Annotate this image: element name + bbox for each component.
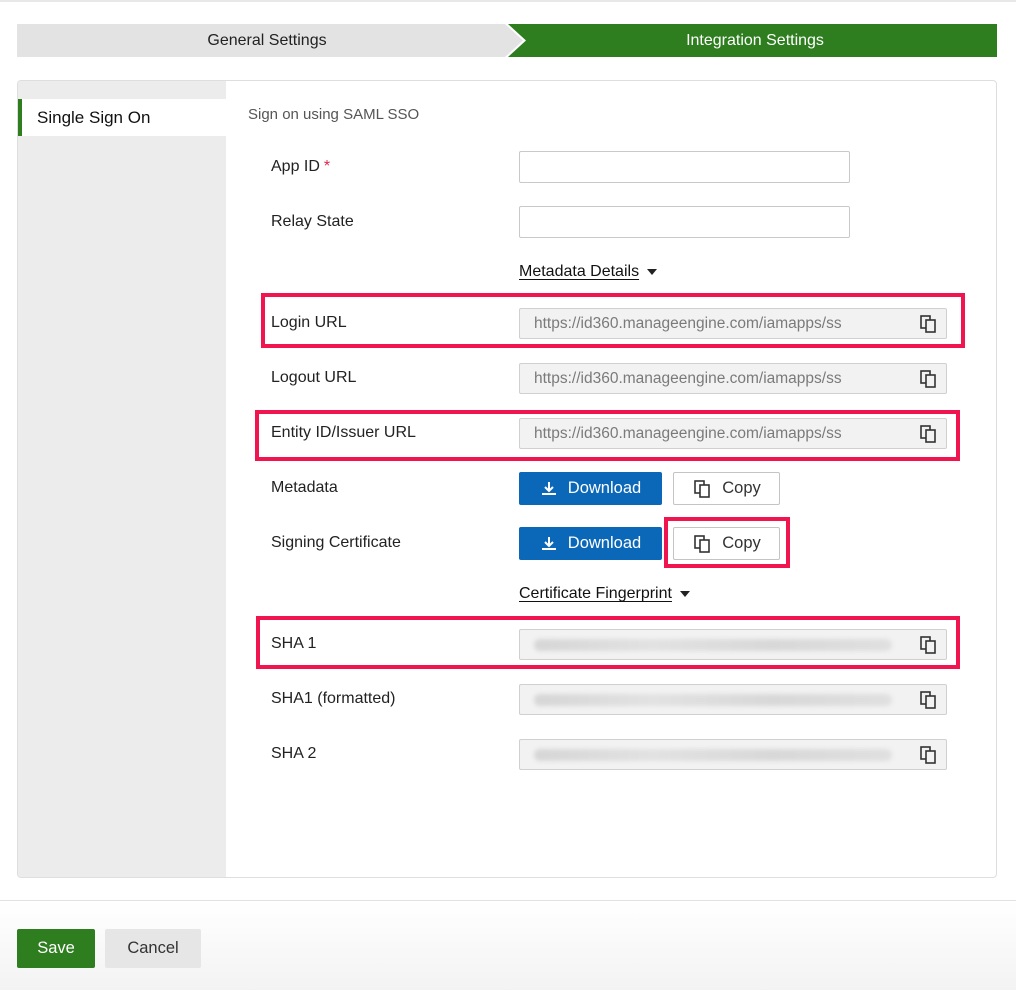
signing-certificate-row: Signing Certificate Download Copy: [226, 523, 996, 563]
logout-url-field[interactable]: https://id360.manageengine.com/iamapps/s…: [519, 363, 947, 394]
sidebar-item-label: Single Sign On: [37, 107, 151, 127]
redacted-value: [534, 748, 892, 761]
signing-certificate-label: Signing Certificate: [271, 534, 401, 551]
relay-state-row: Relay State: [226, 202, 996, 242]
sha2-row: SHA 2: [226, 734, 996, 774]
relay-state-input[interactable]: [519, 206, 850, 238]
step-label: General Settings: [207, 31, 327, 49]
app-id-row: App ID *: [226, 147, 996, 187]
certificate-fingerprint-row: Certificate Fingerprint: [226, 574, 996, 614]
section-title: Sign on using SAML SSO: [248, 106, 420, 123]
copy-icon[interactable]: [918, 745, 938, 765]
copy-icon[interactable]: [918, 690, 938, 710]
logout-url-row: Logout URL https://id360.manageengine.co…: [226, 358, 996, 398]
step-label: Integration Settings: [686, 31, 824, 49]
app-id-label: App ID *: [271, 158, 331, 175]
highlight-sha1: [256, 616, 960, 669]
sha2-label: SHA 2: [271, 745, 317, 762]
highlight-entity-id: [255, 410, 960, 461]
metadata-label: Metadata: [271, 479, 338, 496]
step-integration-settings[interactable]: Integration Settings: [507, 24, 997, 57]
logout-url-label: Logout URL: [271, 369, 357, 386]
relay-state-label: Relay State: [271, 213, 354, 230]
copy-icon[interactable]: [918, 369, 938, 389]
highlight-login-url: [261, 293, 965, 348]
app-id-input[interactable]: [519, 151, 850, 183]
sha1-formatted-label: SHA1 (formatted): [271, 690, 396, 707]
caret-down-icon: [647, 269, 658, 275]
sha1-formatted-row: SHA1 (formatted): [226, 679, 996, 719]
highlight-certificate-copy: [664, 517, 790, 568]
cancel-button[interactable]: Cancel: [105, 929, 201, 968]
metadata-copy-button[interactable]: Copy: [673, 472, 780, 505]
metadata-details-row: Metadata Details: [226, 252, 996, 292]
sha1-formatted-field[interactable]: [519, 684, 947, 715]
redacted-value: [534, 693, 892, 706]
metadata-download-button[interactable]: Download: [519, 472, 662, 505]
certificate-fingerprint-toggle[interactable]: Certificate Fingerprint: [519, 585, 690, 603]
step-general-settings[interactable]: General Settings: [17, 24, 527, 57]
download-icon: [541, 536, 556, 550]
caret-down-icon: [679, 591, 690, 597]
metadata-row: Metadata Download Copy: [226, 468, 996, 508]
copy-icon: [694, 479, 711, 498]
sidebar: Single Sign On: [18, 81, 226, 877]
save-button[interactable]: Save: [17, 929, 95, 968]
main-content: Sign on using SAML SSO App ID * Relay Sta…: [226, 81, 996, 877]
wizard-steps: General Settings Integration Settings: [17, 24, 997, 58]
metadata-details-toggle[interactable]: Metadata Details: [519, 263, 658, 281]
required-mark: *: [323, 158, 331, 175]
sidebar-item-single-sign-on[interactable]: Single Sign On: [18, 99, 226, 136]
certificate-download-button[interactable]: Download: [519, 527, 662, 560]
sha2-field[interactable]: [519, 739, 947, 770]
top-divider: [0, 0, 1016, 2]
settings-panel: Single Sign On Sign on using SAML SSO Ap…: [17, 80, 997, 878]
download-icon: [541, 481, 556, 495]
